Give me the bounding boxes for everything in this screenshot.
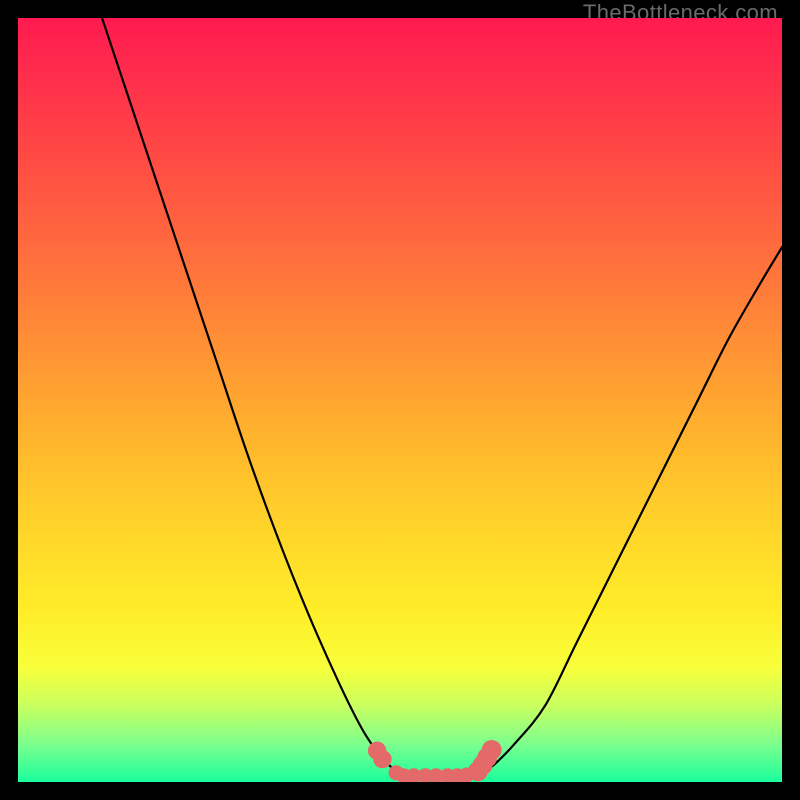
plot-area	[18, 18, 782, 782]
data-marker	[482, 740, 502, 760]
left-curve	[102, 18, 404, 776]
chart-frame: TheBottleneck.com	[0, 0, 800, 800]
data-marker	[373, 750, 391, 768]
marker-group	[368, 740, 502, 782]
curve-layer	[18, 18, 782, 782]
right-curve	[476, 247, 782, 776]
